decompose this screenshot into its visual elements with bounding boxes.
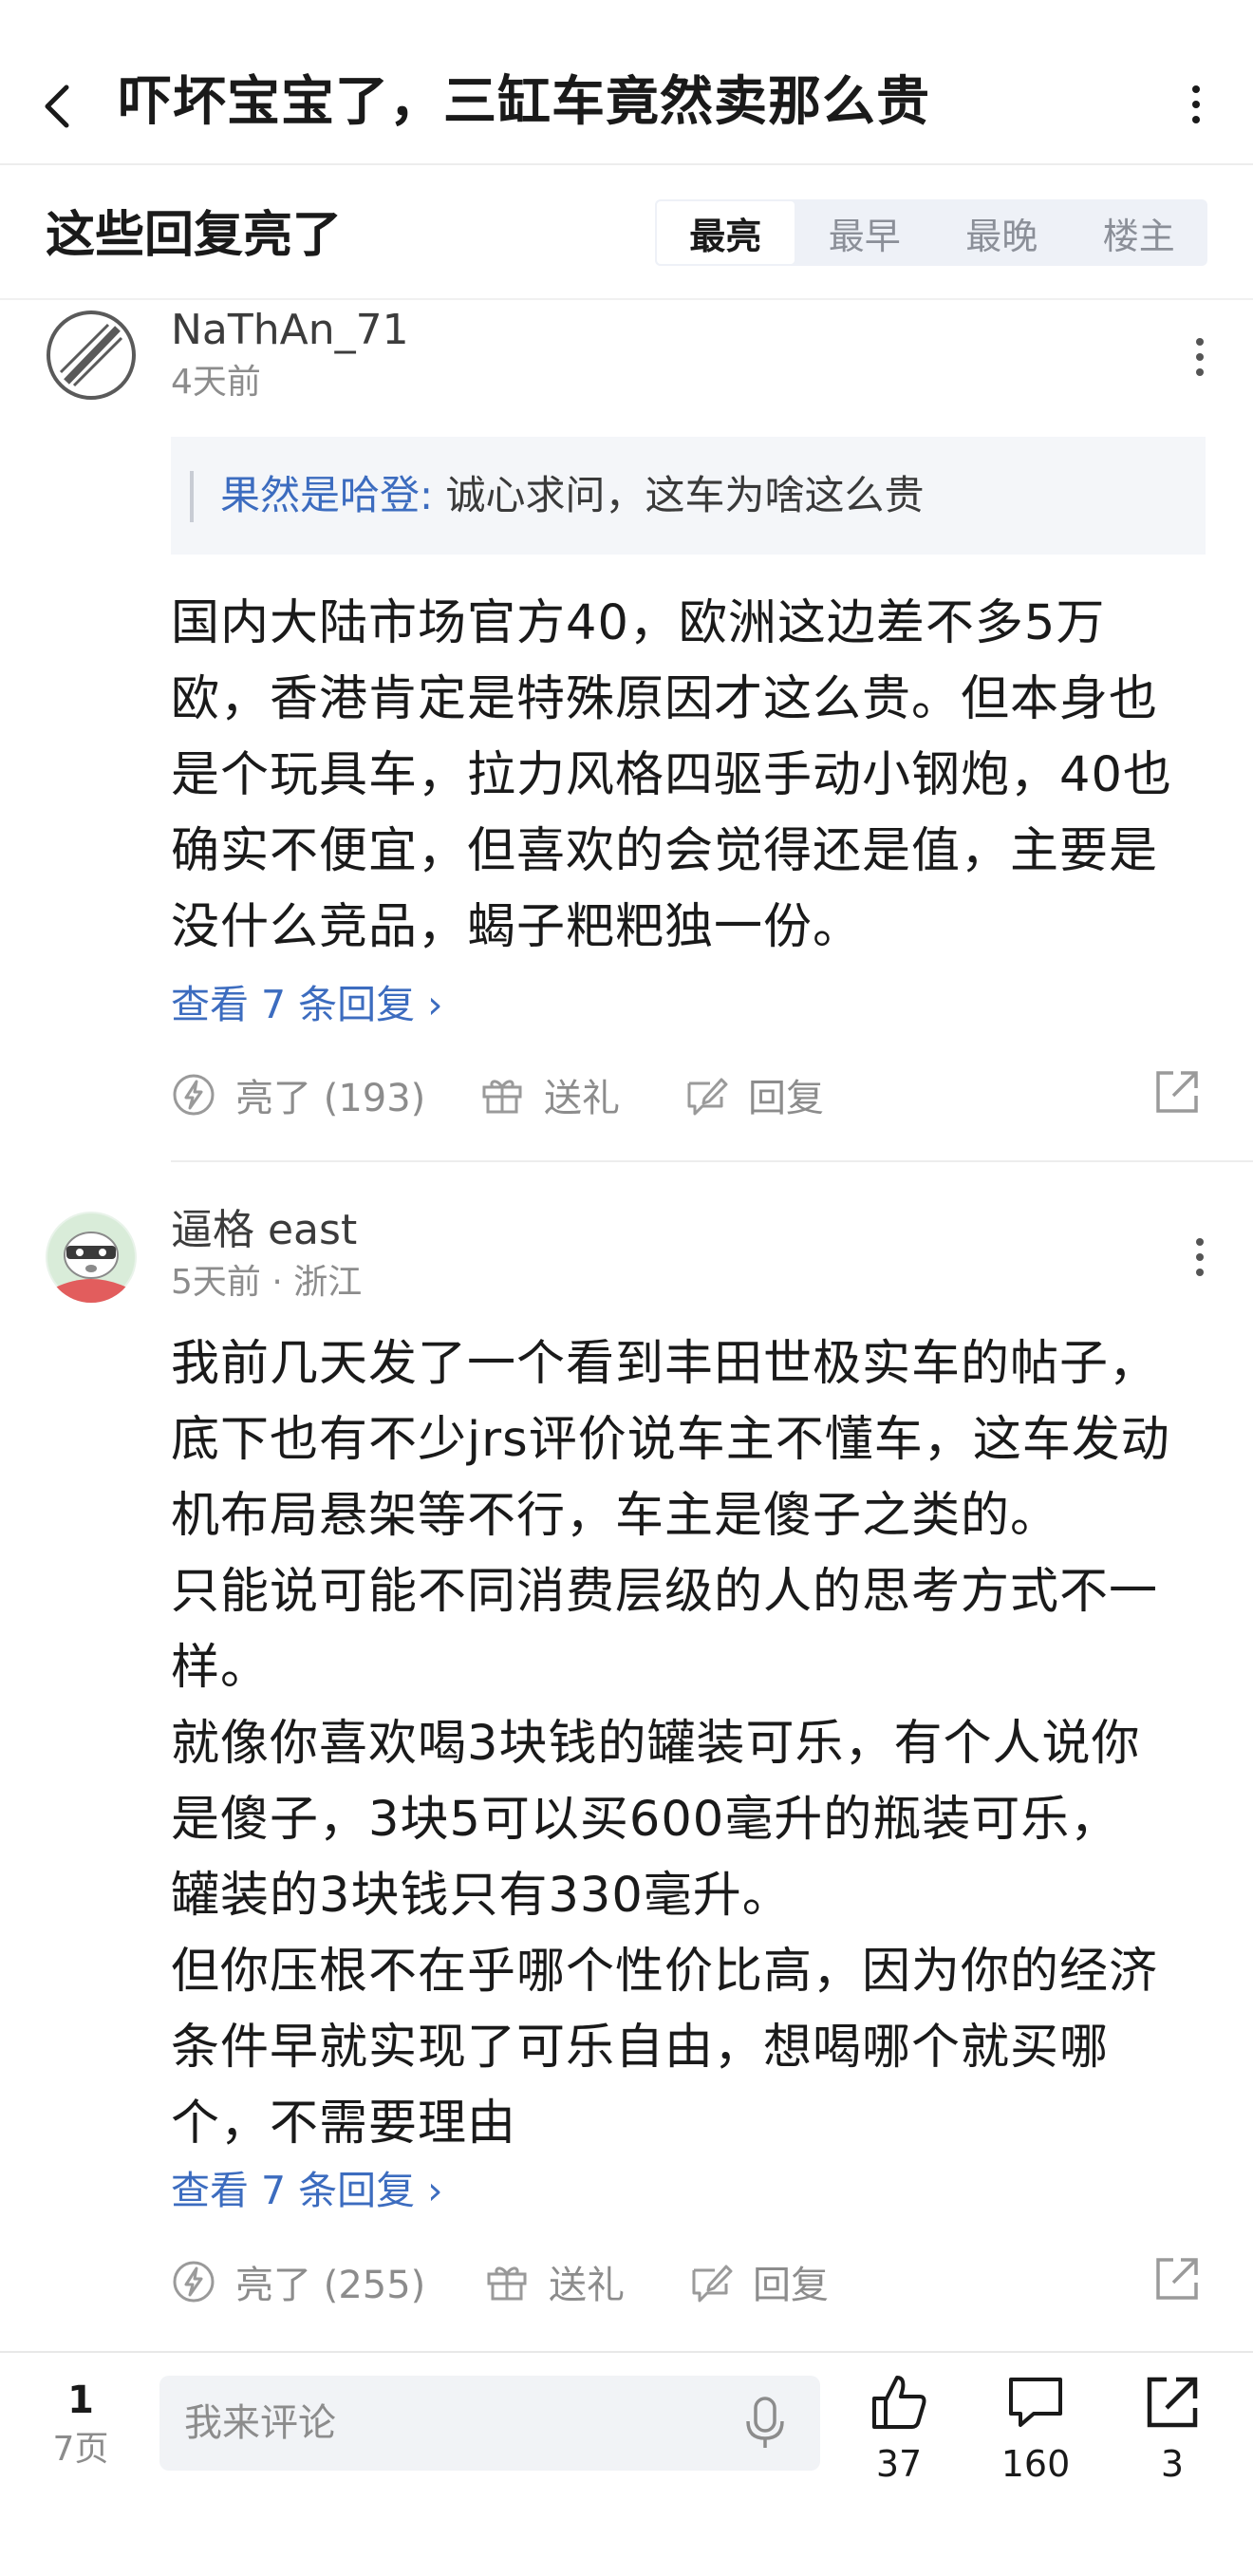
avatar[interactable] bbox=[46, 1212, 137, 1303]
comment-time: 5天前 · 浙江 bbox=[171, 1263, 363, 1302]
edit-reply-icon bbox=[687, 1078, 728, 1116]
comment-divider bbox=[171, 1160, 1253, 1162]
sort-tabs: 最亮 最早 最晚 楼主 bbox=[655, 199, 1207, 266]
quote-bar bbox=[190, 471, 194, 522]
like-button[interactable]: 亮了 (255) bbox=[171, 2254, 425, 2309]
view-replies-link[interactable]: 查看 7 条回复 › bbox=[171, 2162, 443, 2219]
thumbs-up-count: 37 bbox=[875, 2443, 923, 2485]
comment-count: 160 bbox=[1001, 2443, 1071, 2485]
avatar[interactable] bbox=[46, 310, 137, 401]
like-count: 亮了 (255) bbox=[235, 2264, 426, 2307]
tab-brightest[interactable]: 最亮 bbox=[655, 199, 796, 266]
gift-button[interactable]: 送礼 bbox=[484, 2254, 625, 2309]
gift-icon bbox=[482, 1080, 522, 1114]
more-menu-button[interactable] bbox=[1177, 74, 1215, 135]
like-button[interactable]: 亮了 (193) bbox=[171, 1067, 425, 1122]
back-arrow-icon bbox=[45, 85, 69, 128]
tab-op-only[interactable]: 楼主 bbox=[1071, 199, 1208, 266]
comments-button[interactable]: 160 bbox=[983, 2372, 1088, 2488]
reply-button[interactable]: 回复 bbox=[683, 1067, 824, 1122]
gift-icon bbox=[487, 2266, 527, 2301]
quote-text: 果然是哈登: 诚心求问，这车为啥这么贵 bbox=[220, 465, 925, 526]
chat-bubble-icon bbox=[1009, 2378, 1062, 2427]
share-icon bbox=[1156, 2258, 1198, 2300]
quoted-reply[interactable]: 果然是哈登: 诚心求问，这车为啥这么贵 bbox=[171, 437, 1206, 555]
more-vertical-icon bbox=[1192, 85, 1200, 123]
lightning-icon bbox=[173, 1074, 215, 1116]
comment-placeholder: 我来评论 bbox=[184, 2401, 336, 2445]
comment-body: 国内大陆市场官方40，欧洲这边差不多5万 欧，香港肯定是特殊原因才这么贵。但本身… bbox=[171, 595, 1172, 955]
divider bbox=[0, 298, 1253, 300]
back-button[interactable] bbox=[28, 66, 85, 142]
thumbs-up-icon bbox=[872, 2376, 926, 2429]
page-total[interactable]: 7页 bbox=[38, 2427, 123, 2473]
quote-body: 诚心求问，这车为啥这么贵 bbox=[433, 472, 925, 518]
comment-input[interactable]: 我来评论 bbox=[159, 2376, 820, 2471]
lightning-icon bbox=[173, 2261, 215, 2303]
comment-time: 4天前 bbox=[171, 363, 261, 402]
page-title: 吓坏宝宝了，三缸车竟然卖那么贵 bbox=[119, 71, 930, 133]
share-icon bbox=[1147, 2377, 1198, 2428]
reply-button[interactable]: 回复 bbox=[688, 2254, 829, 2309]
reply-label: 回复 bbox=[753, 2264, 829, 2307]
share-button[interactable]: 3 bbox=[1120, 2372, 1225, 2488]
comment-more-button[interactable] bbox=[1181, 1227, 1219, 1288]
gift-label: 送礼 bbox=[549, 2264, 625, 2307]
more-vertical-icon bbox=[1196, 1238, 1204, 1276]
more-vertical-icon bbox=[1196, 338, 1204, 376]
tab-latest[interactable]: 最晚 bbox=[933, 199, 1071, 266]
bottom-bar: 1 7页 我来评论 37 160 3 bbox=[0, 2351, 1253, 2576]
edit-reply-icon bbox=[692, 2265, 733, 2303]
view-replies-link[interactable]: 查看 7 条回复 › bbox=[171, 976, 443, 1033]
tab-earliest[interactable]: 最早 bbox=[796, 199, 934, 266]
thumbs-up-button[interactable]: 37 bbox=[847, 2372, 951, 2488]
reply-label: 回复 bbox=[748, 1077, 824, 1120]
comment-more-button[interactable] bbox=[1181, 327, 1219, 387]
comment-body: 我前几天发了一个看到丰田世极实车的帖子， 底下也有不少jrs评价说车主不懂车，这… bbox=[171, 1336, 1170, 2152]
top-bar: 吓坏宝宝了，三缸车竟然卖那么贵 bbox=[0, 0, 1253, 165]
quote-author[interactable]: 果然是哈登: bbox=[220, 472, 433, 518]
share-comment-button[interactable] bbox=[1152, 2254, 1202, 2303]
gift-label: 送礼 bbox=[544, 1077, 620, 1120]
username[interactable]: 逼格 east bbox=[171, 1204, 357, 1257]
current-page[interactable]: 1 bbox=[47, 2376, 114, 2425]
section-title: 这些回复亮了 bbox=[46, 207, 343, 264]
share-comment-button[interactable] bbox=[1152, 1067, 1202, 1117]
like-count: 亮了 (193) bbox=[235, 1077, 426, 1120]
share-count: 3 bbox=[1160, 2443, 1185, 2485]
gift-button[interactable]: 送礼 bbox=[479, 1067, 620, 1122]
mic-icon[interactable] bbox=[739, 2393, 792, 2454]
username[interactable]: NaThAn_71 bbox=[171, 304, 409, 357]
share-icon bbox=[1156, 1071, 1198, 1113]
